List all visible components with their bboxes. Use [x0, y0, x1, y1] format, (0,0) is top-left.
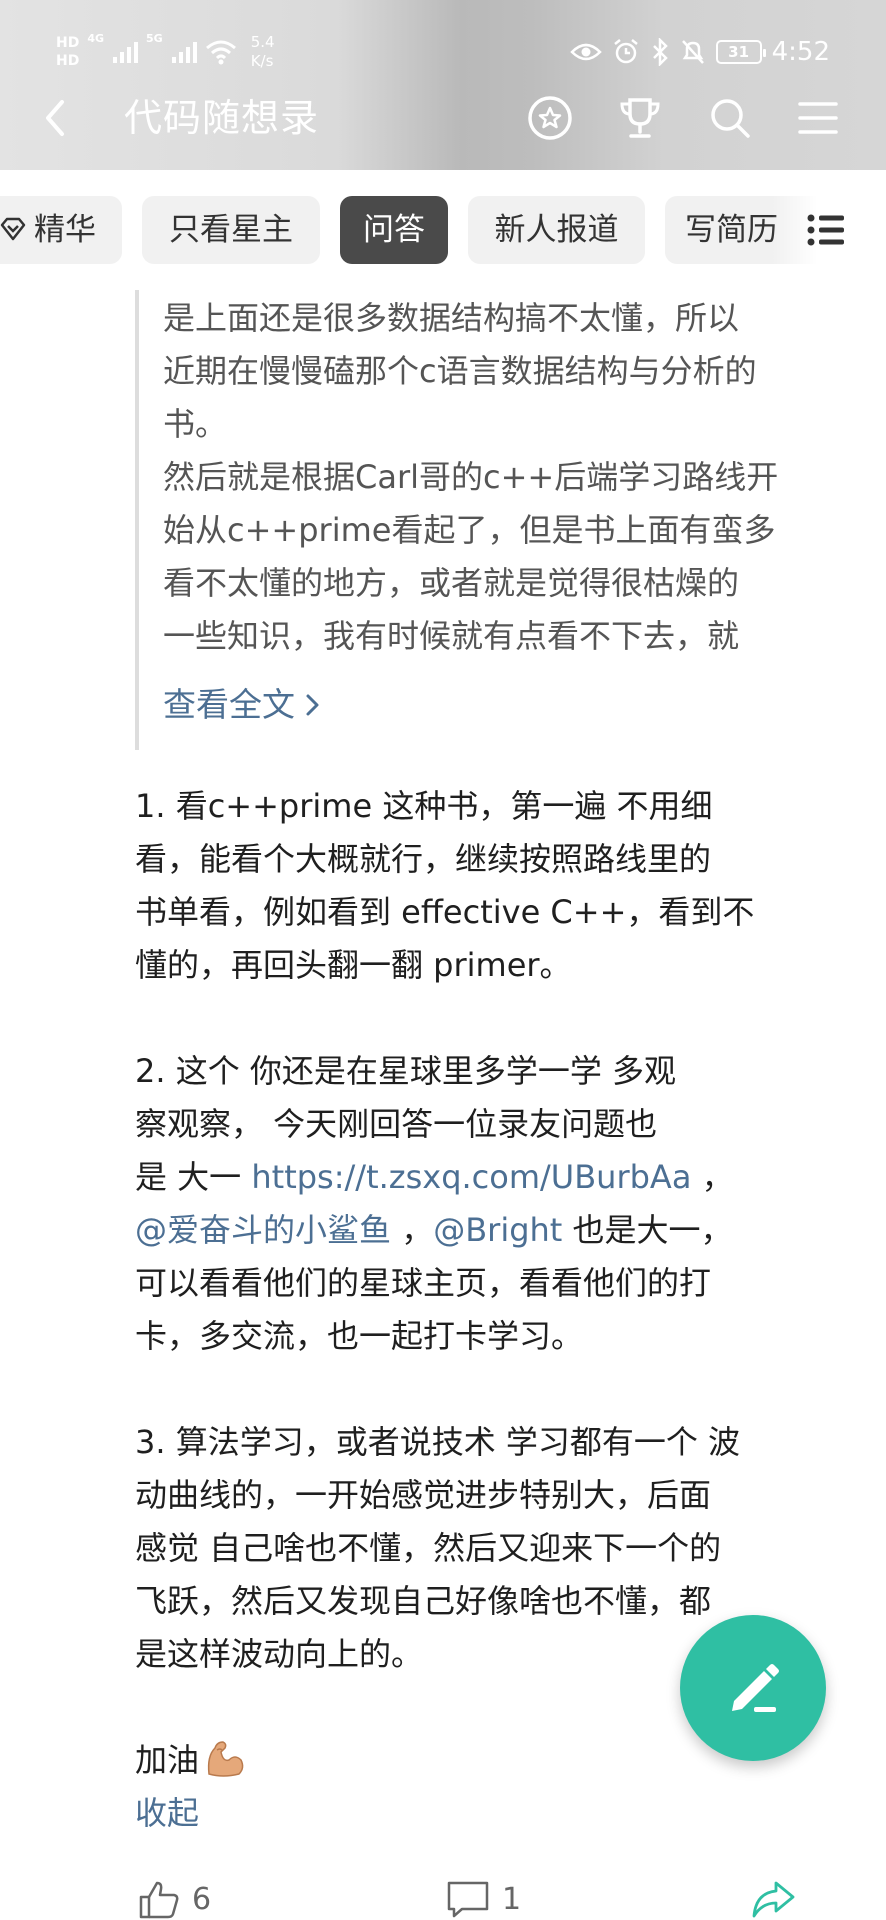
comment-count: 1	[502, 1881, 522, 1917]
hd-indicator: HD HD	[56, 34, 79, 70]
like-icon	[139, 1881, 179, 1919]
post-actions-bar: 6 1	[0, 1870, 886, 1920]
flexed-biceps-icon	[207, 1741, 244, 1777]
bluetooth-icon	[652, 38, 668, 66]
hd-top-label: HD	[56, 35, 80, 51]
share-icon	[752, 1881, 795, 1918]
eye-icon	[569, 43, 602, 61]
tab-essence-label: 精华	[34, 212, 96, 248]
answer-paragraph-2-text: ，	[391, 1211, 434, 1249]
mention-link[interactable]: @爱奋斗的小鲨鱼	[135, 1211, 391, 1249]
back-icon[interactable]	[38, 92, 74, 144]
answer-paragraph-1: 1. 看c++prime 这种书，第一遍 不用细 看，能看个大概就行，继续按照路…	[135, 787, 755, 984]
hd-bottom-label: HD	[56, 53, 80, 69]
tab-essence[interactable]: 精华	[0, 196, 122, 264]
like-count: 6	[192, 1881, 212, 1917]
battery-indicator: 31	[715, 40, 766, 64]
speed-unit: K/s	[250, 52, 274, 70]
mention-link[interactable]: @Bright	[433, 1211, 562, 1249]
status-bar-right: 31 4:52	[569, 32, 830, 72]
search-icon[interactable]	[704, 92, 756, 144]
comment-icon	[447, 1881, 489, 1918]
compose-fab[interactable]	[680, 1615, 826, 1761]
clock: 4:52	[771, 37, 830, 67]
speed-value: 5.4	[250, 33, 275, 51]
chevron-right-icon	[306, 694, 319, 715]
share-button[interactable]	[750, 1878, 796, 1920]
answer-paragraph-2: 2. 这个 你还是在星球里多学一学 多观 察观察， 今天刚回答一位录友问题也 是…	[135, 1045, 835, 1363]
star-badge-icon[interactable]	[524, 92, 576, 144]
collapse-link[interactable]: 收起	[135, 1787, 835, 1840]
signal-icon	[113, 42, 139, 63]
comment-button[interactable]: 1	[446, 1878, 521, 1920]
read-more-label: 查看全文	[163, 685, 295, 724]
topic-link[interactable]: https://t.zsxq.com/UBurbAa	[251, 1158, 691, 1196]
edit-icon	[732, 1664, 779, 1712]
sim1-network-label: 4G	[87, 32, 105, 45]
top-header: HD HD 4G 5G 5.4 K/s 31 4:52 代码随想录	[0, 0, 886, 170]
cheer-text: 加油	[135, 1741, 200, 1779]
read-more-link[interactable]: 查看全文	[163, 680, 321, 730]
sim2-network-label: 5G	[146, 32, 163, 45]
answer-paragraph-2-text: ，	[701, 1158, 734, 1196]
list-icon[interactable]	[806, 212, 846, 248]
status-bar: HD HD 4G 5G 5.4 K/s 31 4:52	[0, 22, 886, 78]
menu-icon[interactable]	[792, 92, 844, 144]
navigation-bar: 代码随想录	[0, 82, 886, 154]
status-bar-left: HD HD 4G 5G 5.4 K/s	[56, 28, 275, 76]
like-button[interactable]: 6	[138, 1878, 211, 1920]
alarm-icon	[613, 39, 638, 64]
question-quote: 是上面还是很多数据结构搞不太懂，所以 近期在慢慢磕那个c语言数据结构与分析的 书…	[135, 290, 855, 750]
mute-bell-icon	[681, 40, 704, 64]
signal-icon	[171, 42, 197, 63]
tab-owner-only[interactable]: 只看星主	[142, 196, 320, 264]
question-text: 是上面还是很多数据结构搞不太懂，所以 近期在慢慢磕那个c语言数据结构与分析的 书…	[163, 299, 779, 655]
diamond-icon	[0, 217, 26, 241]
tab-newcomers[interactable]: 新人报道	[468, 196, 645, 264]
category-tabs: 精华 只看星主 问答 新人报道 写简历	[0, 170, 886, 280]
tab-qa[interactable]: 问答	[340, 196, 448, 264]
page-title: 代码随想录	[124, 96, 320, 140]
trophy-icon[interactable]	[614, 92, 666, 144]
network-speed: 5.4 K/s	[251, 33, 275, 71]
wifi-icon	[205, 40, 236, 65]
